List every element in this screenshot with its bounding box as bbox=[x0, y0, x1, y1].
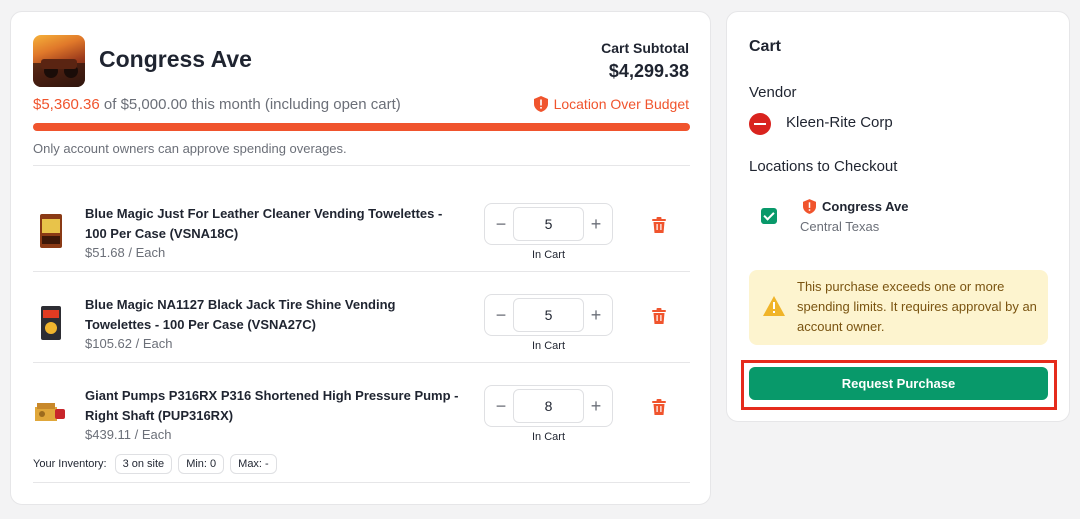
item-price: $105.62 / Each bbox=[85, 336, 173, 351]
budget-progress-bar bbox=[33, 123, 690, 131]
increment-button[interactable]: + bbox=[582, 204, 610, 244]
divider bbox=[33, 165, 690, 166]
spend-amount: $5,360.36 bbox=[33, 96, 100, 113]
trash-icon[interactable] bbox=[652, 308, 666, 324]
inventory-on-site-chip: 3 on site bbox=[114, 454, 173, 474]
quantity-stepper: − + bbox=[484, 203, 613, 245]
divider bbox=[33, 482, 690, 483]
approval-note: Only account owners can approve spending… bbox=[33, 141, 347, 156]
item-name[interactable]: Giant Pumps P316RX P316 Shortened High P… bbox=[85, 386, 465, 426]
quantity-stepper: − + bbox=[484, 294, 613, 336]
location-checkbox[interactable] bbox=[761, 208, 777, 224]
spend-limit-text: of $5,000.00 this month (including open … bbox=[103, 96, 401, 113]
in-cart-label: In Cart bbox=[531, 340, 565, 352]
decrement-button[interactable]: − bbox=[487, 295, 515, 335]
increment-button[interactable]: + bbox=[582, 386, 610, 426]
location-title: Congress Ave bbox=[99, 46, 252, 72]
item-price: $439.11 / Each bbox=[85, 427, 172, 442]
alert-shield-icon bbox=[533, 96, 548, 112]
checkout-location-name: Congress Ave bbox=[822, 199, 909, 214]
item-name[interactable]: Blue Magic Just For Leather Cleaner Vend… bbox=[85, 204, 465, 244]
warning-text: This purchase exceeds one or more spendi… bbox=[797, 279, 1037, 334]
product-image bbox=[35, 403, 65, 421]
location-cart-card: Congress Ave Cart Subtotal $4,299.38 $5,… bbox=[10, 11, 711, 505]
request-purchase-button[interactable]: Request Purchase bbox=[749, 367, 1048, 400]
quantity-input[interactable] bbox=[513, 207, 584, 241]
location-thumbnail bbox=[33, 35, 85, 87]
product-image bbox=[41, 306, 61, 340]
vendor-logo bbox=[749, 113, 771, 135]
budget-badge-label: Location Over Budget bbox=[553, 96, 689, 112]
increment-button[interactable]: + bbox=[582, 295, 610, 335]
decrement-button[interactable]: − bbox=[487, 204, 515, 244]
trash-icon[interactable] bbox=[652, 217, 666, 233]
over-budget-badge: Location Over Budget bbox=[533, 96, 689, 112]
alert-shield-icon bbox=[803, 199, 816, 214]
inventory-row: Your Inventory: 3 on site Min: 0 Max: - bbox=[33, 454, 277, 474]
quantity-input[interactable] bbox=[513, 298, 584, 332]
item-name[interactable]: Blue Magic NA1127 Black Jack Tire Shine … bbox=[85, 295, 465, 335]
divider bbox=[33, 362, 690, 363]
cart-title: Cart bbox=[749, 38, 782, 55]
vendor-name: Kleen-Rite Corp bbox=[786, 114, 893, 131]
cart-summary-card: Cart Vendor Kleen-Rite Corp Locations to… bbox=[726, 11, 1070, 422]
monthly-spend: $5,360.36 of $5,000.00 this month (inclu… bbox=[33, 96, 401, 113]
divider bbox=[33, 271, 690, 272]
inventory-label: Your Inventory: bbox=[33, 458, 107, 470]
approval-warning: This purchase exceeds one or more spendi… bbox=[749, 270, 1048, 345]
quantity-stepper: − + bbox=[484, 385, 613, 427]
inventory-max-chip: Max: - bbox=[230, 454, 277, 474]
inventory-min-chip: Min: 0 bbox=[178, 454, 225, 474]
quantity-input[interactable] bbox=[513, 389, 584, 423]
decrement-button[interactable]: − bbox=[487, 386, 515, 426]
vendor-label: Vendor bbox=[749, 84, 797, 101]
item-price: $51.68 / Each bbox=[85, 245, 166, 260]
locations-label: Locations to Checkout bbox=[749, 158, 898, 175]
in-cart-label: In Cart bbox=[531, 431, 565, 443]
cart-subtotal-label: Cart Subtotal bbox=[601, 40, 689, 56]
cart-subtotal-value: $4,299.38 bbox=[608, 61, 689, 81]
in-cart-label: In Cart bbox=[531, 249, 565, 261]
checkout-location-region: Central Texas bbox=[800, 219, 880, 234]
trash-icon[interactable] bbox=[652, 399, 666, 415]
warning-icon bbox=[763, 296, 785, 316]
product-image bbox=[40, 214, 62, 248]
